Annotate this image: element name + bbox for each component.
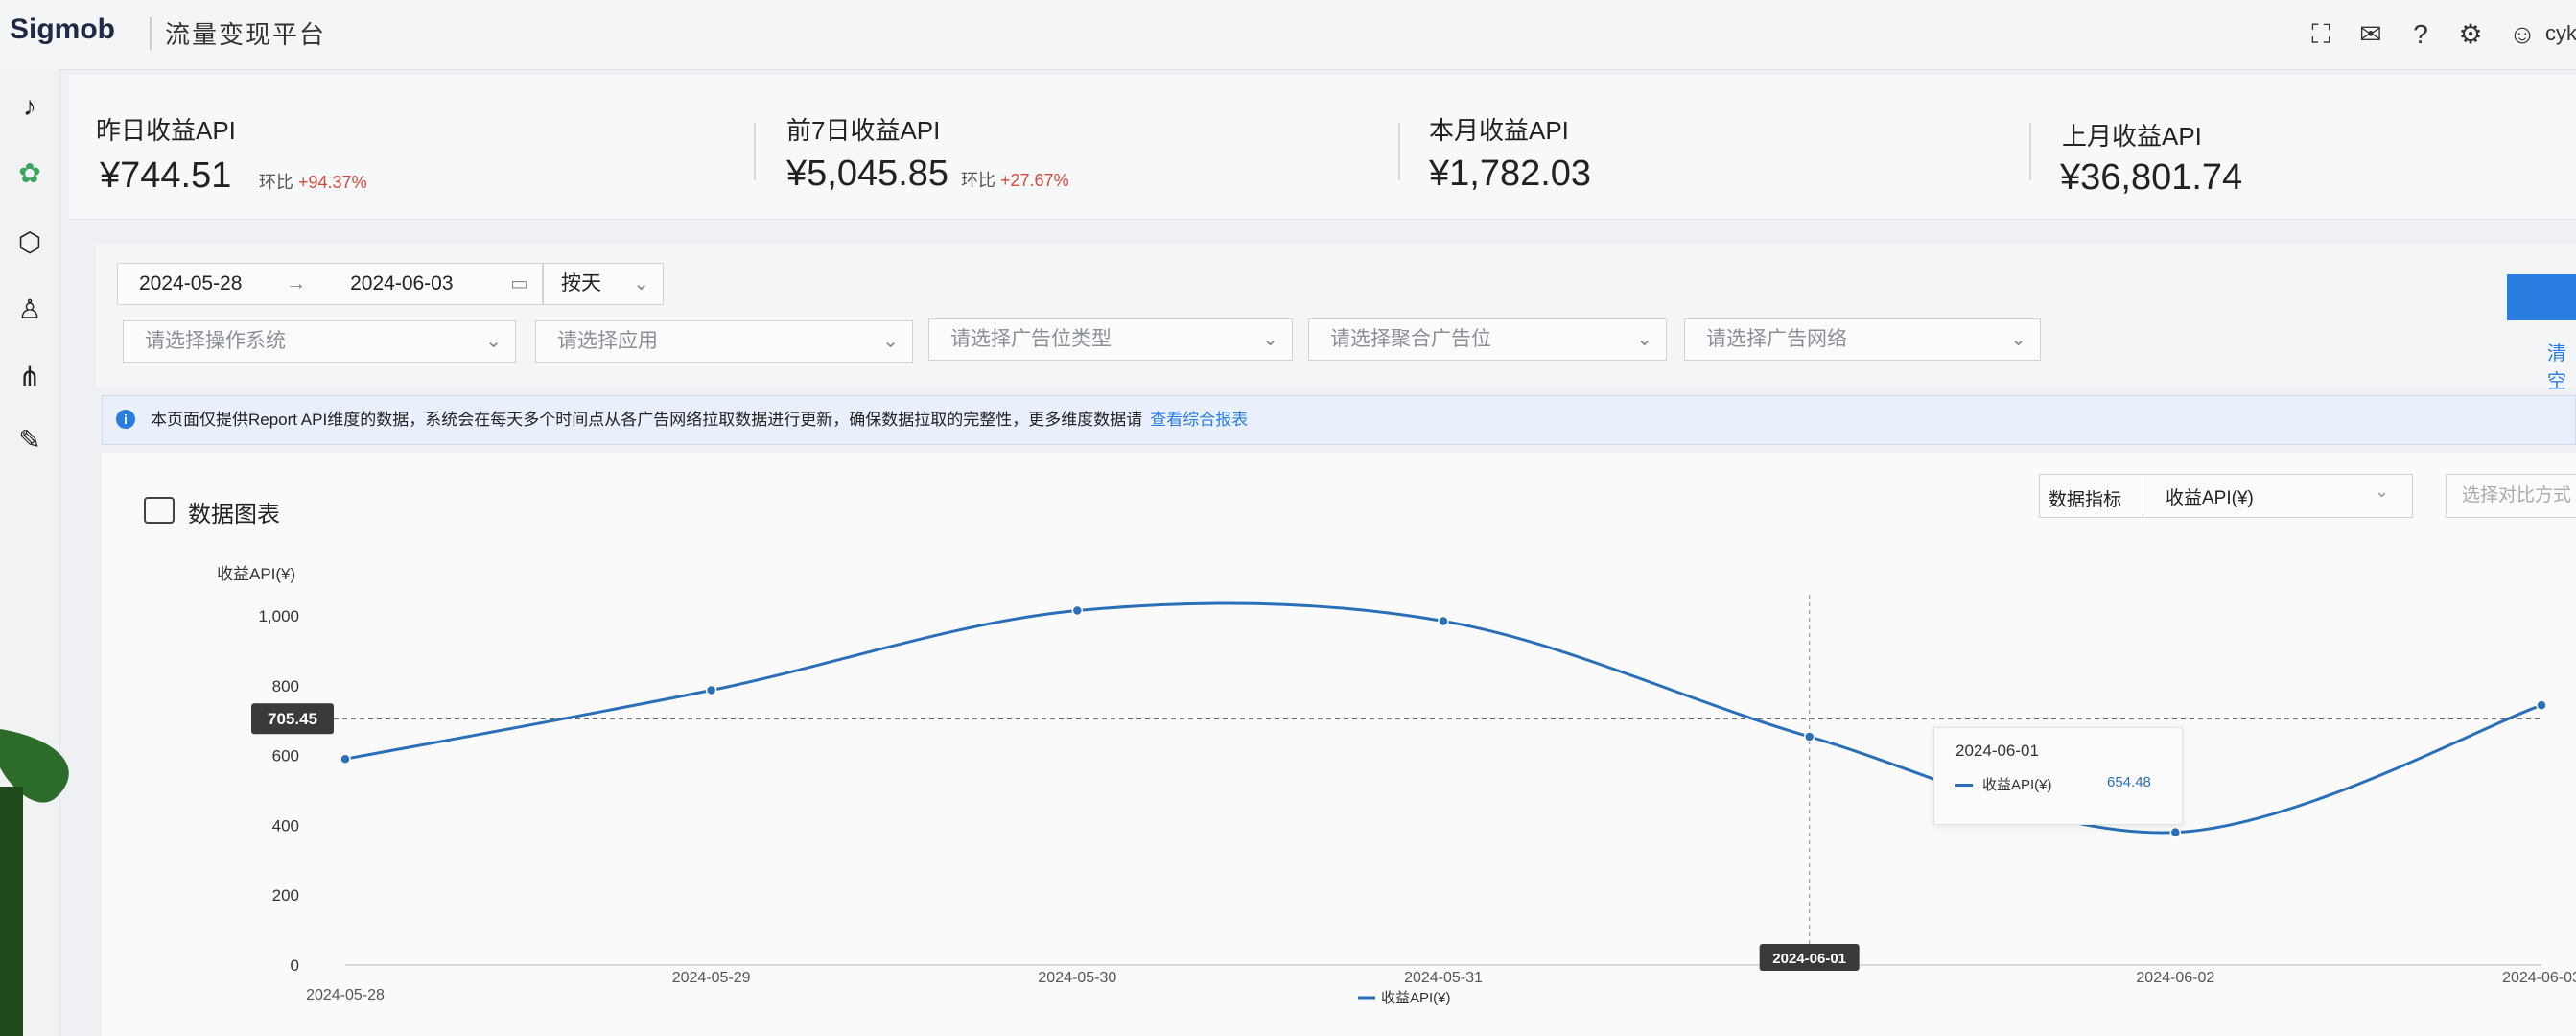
x-tick-label: 2024-05-29: [672, 970, 751, 986]
y-tick-label: 200: [272, 886, 299, 905]
data-point[interactable]: [2169, 826, 2182, 838]
tooltip-date: 2024-06-01: [1955, 742, 2039, 760]
y-tick-label: 0: [291, 956, 299, 975]
data-point[interactable]: [2536, 699, 2547, 711]
y-tick-label: 1,000: [258, 607, 299, 625]
y-tick-label: 400: [272, 816, 299, 835]
y-tick-label: 800: [272, 677, 299, 695]
x-tick-label: 2024-05-28: [306, 987, 385, 1003]
x-tick-label: 2024-05-31: [1404, 970, 1483, 986]
data-point[interactable]: [1071, 604, 1084, 617]
x-tick-label: 2024-06-02: [2136, 970, 2214, 986]
data-point[interactable]: [1803, 731, 1815, 742]
data-point[interactable]: [705, 684, 717, 696]
x-tick-label: 2024-06-03: [2502, 970, 2576, 986]
y-axis-label: 收益API(¥): [217, 565, 295, 583]
hover-x-label: 2024-06-01: [1772, 951, 1846, 967]
chart-tooltip: 2024-06-01 收益API(¥) 654.48: [1933, 727, 2183, 825]
line-chart[interactable]: 收益API(¥) 0 200 400 600 800 1,000 2024-05-28 20…: [0, 0, 2576, 1036]
series-line: [344, 601, 2542, 835]
chart-legend[interactable]: 收益API(¥): [1358, 990, 1451, 1006]
average-label: 705.45: [268, 710, 317, 728]
tooltip-series: 收益API(¥): [1982, 777, 2052, 793]
tooltip-marker: [1955, 784, 1973, 787]
x-tick-label: 2024-05-30: [1038, 970, 1116, 986]
tooltip-value: 654.48: [2107, 774, 2151, 790]
data-point[interactable]: [340, 753, 351, 765]
y-tick-label: 600: [272, 747, 299, 765]
legend-label: 收益API(¥): [1381, 990, 1451, 1006]
data-point[interactable]: [1438, 615, 1449, 627]
